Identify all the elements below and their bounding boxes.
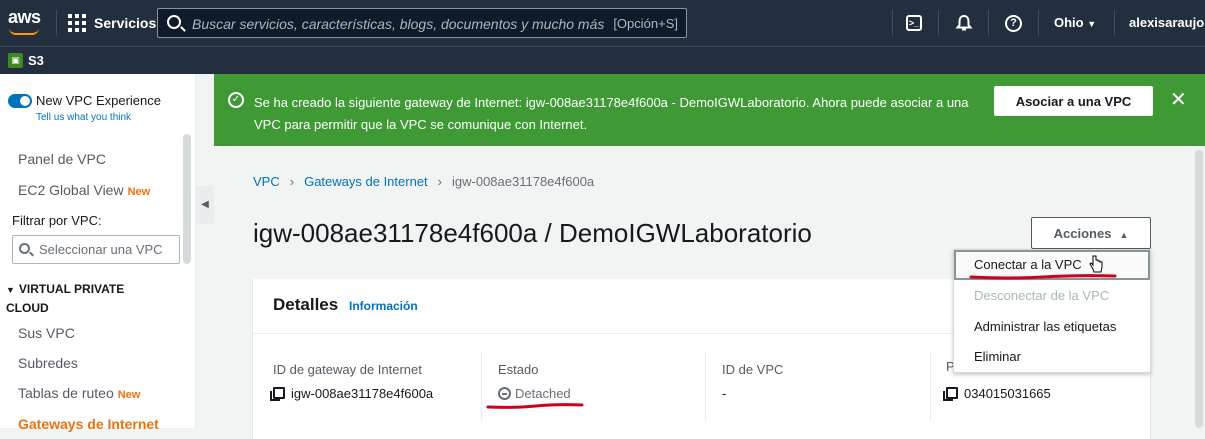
actions-menu: Conectar a la VPC Desconectar de la VPC … xyxy=(953,249,1151,373)
sidebar-item-ec2-global-view[interactable]: EC2 Global View New xyxy=(18,182,150,198)
s3-favorite-link[interactable]: S3 xyxy=(28,53,44,68)
sidebar-scrollbar[interactable] xyxy=(183,134,191,264)
aws-smile-icon xyxy=(9,28,39,35)
divider xyxy=(481,351,482,421)
collapse-sidebar-button[interactable]: ◀ xyxy=(196,186,214,224)
search-placeholder: Buscar servicios, características, blogs… xyxy=(192,16,605,32)
flash-message: Se ha creado la siguiente gateway de Int… xyxy=(254,95,969,132)
sidebar: New VPC Experience Tell us what you thin… xyxy=(0,74,196,432)
divider xyxy=(1114,10,1115,36)
close-icon[interactable]: ✕ xyxy=(1170,87,1187,112)
caret-up-icon: ▲ xyxy=(1119,229,1129,240)
region-label: Ohio xyxy=(1054,15,1084,30)
breadcrumb-vpc[interactable]: VPC xyxy=(253,174,280,189)
success-flashbar: ✓ Se ha creado la siguiente gateway de I… xyxy=(214,74,1205,146)
check-circle-icon: ✓ xyxy=(228,92,244,108)
field-label-igw-id: ID de gateway de Internet xyxy=(273,362,422,377)
field-label-state: Estado xyxy=(498,362,539,377)
status-badge: Detached xyxy=(498,386,571,401)
minus-circle-icon xyxy=(498,387,511,400)
divider xyxy=(988,10,989,36)
field-value-vpc-id: - xyxy=(722,386,727,401)
sidebar-item-subnets[interactable]: Subredes xyxy=(18,355,78,371)
state-value: Detached xyxy=(515,386,571,401)
chevron-right-icon: › xyxy=(289,174,295,189)
sidebar-item-route-tables[interactable]: Tablas de ruteo New xyxy=(18,385,140,401)
s3-service-icon[interactable]: ▣ xyxy=(8,53,23,68)
aws-logo-text: aws xyxy=(8,7,41,27)
caret-down-icon: ▼ xyxy=(1087,19,1097,29)
chevron-right-icon: › xyxy=(437,174,442,189)
associate-vpc-button[interactable]: Asociar a una VPC xyxy=(994,86,1153,116)
sidebar-item-label: Gateways de Internet xyxy=(18,416,159,432)
details-title: Detalles xyxy=(273,295,339,314)
feedback-link[interactable]: Tell us what you think xyxy=(36,112,131,123)
breadcrumb-internet-gateways[interactable]: Gateways de Internet xyxy=(304,174,428,189)
cloudshell-icon[interactable]: >_ xyxy=(906,15,922,31)
top-nav-bar: aws Servicios Buscar servicios, caracter… xyxy=(0,0,1205,46)
bell-icon[interactable] xyxy=(954,13,974,33)
breadcrumb: VPC › Gateways de Internet › igw-008ae31178e… xyxy=(253,174,594,189)
igw-id-value: igw-008ae31178e4f600a xyxy=(291,386,434,401)
search-shortcut: [Opción+S] xyxy=(613,16,678,31)
sidebar-item-label: Sus VPC xyxy=(18,325,75,341)
actions-label: Acciones xyxy=(1053,225,1112,241)
account-menu[interactable]: alexisaraujom xyxy=(1129,15,1205,30)
divider xyxy=(938,10,939,36)
annotation-underline xyxy=(486,403,584,409)
search-bar[interactable]: Buscar servicios, características, blogs… xyxy=(157,8,687,38)
divider xyxy=(56,10,57,36)
help-icon[interactable]: ? xyxy=(1005,15,1022,32)
new-badge: New xyxy=(127,186,151,198)
sidebar-item-vpc-dashboard[interactable]: Panel de VPC xyxy=(18,151,106,167)
copy-icon[interactable] xyxy=(943,387,958,401)
caret-down-icon: ▼ xyxy=(6,285,15,295)
field-label-vpc-id: ID de VPC xyxy=(722,362,784,377)
divider xyxy=(705,351,706,421)
grid-icon[interactable] xyxy=(68,14,86,32)
page-title: igw-008ae31178e4f600a / DemoIGWLaborator… xyxy=(253,218,812,248)
divider xyxy=(930,351,931,421)
vpc-filter-select[interactable]: Seleccionar una VPC xyxy=(12,235,180,264)
actions-button[interactable]: Acciones ▲ xyxy=(1031,217,1151,249)
sidebar-item-label: Tablas de ruteo xyxy=(18,385,114,401)
page-scrollbar[interactable] xyxy=(1195,150,1203,428)
sidebar-item-your-vpcs[interactable]: Sus VPC xyxy=(18,325,75,341)
sidebar-item-internet-gateways[interactable]: Gateways de Internet xyxy=(18,416,159,432)
info-link[interactable]: Información xyxy=(349,299,418,313)
annotation-underline xyxy=(969,274,1117,280)
vpc-filter-placeholder: Seleccionar una VPC xyxy=(39,242,163,257)
favorites-bar: ▣ S3 xyxy=(0,46,1205,74)
breadcrumb-current: igw-008ae31178e4f600a xyxy=(452,174,595,189)
menu-item-delete[interactable]: Eliminar xyxy=(954,342,1150,372)
services-menu[interactable]: Servicios xyxy=(94,15,156,31)
section-header-vpc[interactable]: ▼ VIRTUAL PRIVATE CLOUD xyxy=(6,280,166,317)
menu-item-detach-vpc[interactable]: Desconectar de la VPC xyxy=(954,281,1150,311)
filter-label: Filtrar por VPC: xyxy=(12,213,102,228)
new-badge: New xyxy=(117,389,141,401)
aws-logo[interactable]: aws xyxy=(8,7,48,37)
field-value-igw-id: igw-008ae31178e4f600a xyxy=(270,386,434,401)
region-selector[interactable]: Ohio ▼ xyxy=(1054,15,1096,30)
search-icon xyxy=(19,243,30,254)
section-title: VIRTUAL PRIVATE CLOUD xyxy=(6,282,125,315)
field-value-owner: 034015031665 xyxy=(943,386,1051,401)
owner-value: 034015031665 xyxy=(964,386,1051,401)
menu-item-manage-tags[interactable]: Administrar las etiquetas xyxy=(954,312,1150,342)
sidebar-item-label: EC2 Global View xyxy=(18,182,124,198)
sidebar-item-label: Panel de VPC xyxy=(18,151,106,167)
divider xyxy=(1038,10,1039,36)
new-vpc-experience-toggle[interactable] xyxy=(8,94,32,108)
search-icon xyxy=(167,15,181,29)
sidebar-item-label: Subredes xyxy=(18,355,78,371)
new-vpc-experience-label: New VPC Experience xyxy=(36,93,161,108)
divider xyxy=(892,10,893,36)
copy-icon[interactable] xyxy=(270,387,285,401)
hand-cursor-icon xyxy=(1089,255,1103,273)
